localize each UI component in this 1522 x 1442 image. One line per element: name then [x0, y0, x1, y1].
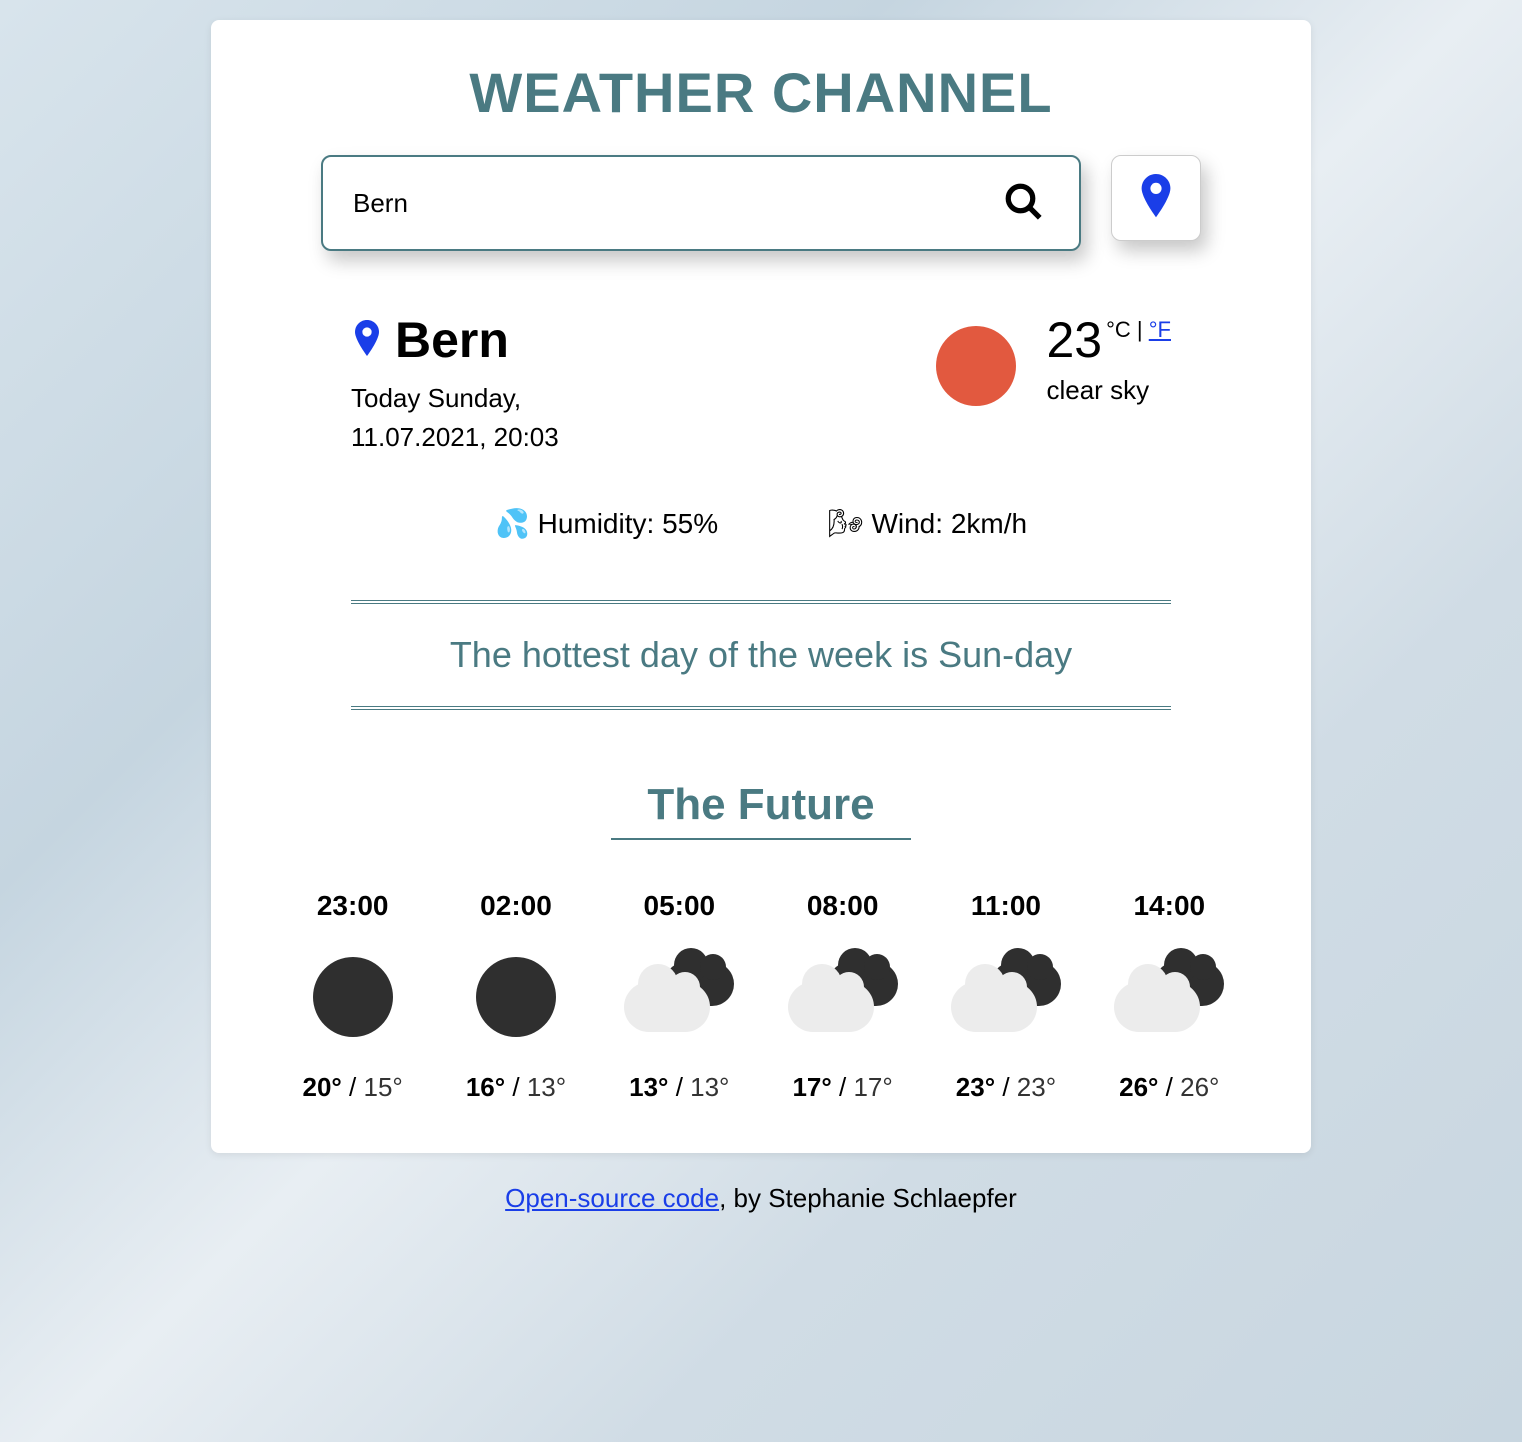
- search-row: [261, 155, 1261, 251]
- moon-icon: [476, 952, 556, 1042]
- forecast-time: 05:00: [644, 890, 716, 922]
- source-link[interactable]: Open-source code: [505, 1183, 719, 1213]
- forecast-time: 23:00: [317, 890, 389, 922]
- forecast-item: 02:00 16° / 13°: [436, 890, 596, 1103]
- moon-icon: [313, 952, 393, 1042]
- forecast-item: 11:00 23° / 23°: [926, 890, 1086, 1103]
- forecast-temps: 16° / 13°: [466, 1072, 566, 1103]
- unit-celsius[interactable]: °C: [1106, 317, 1131, 342]
- forecast-temps: 13° / 13°: [629, 1072, 729, 1103]
- unit-separator: |: [1131, 317, 1149, 342]
- date-line: Today Sunday, 11.07.2021, 20:03: [351, 379, 559, 457]
- forecast-temps: 20° / 15°: [302, 1072, 402, 1103]
- footer: Open-source code, by Stephanie Schlaepfe…: [505, 1183, 1017, 1214]
- quote-text: The hottest day of the week is Sun-day: [450, 634, 1072, 675]
- unit-fahrenheit[interactable]: °F: [1149, 317, 1171, 342]
- date-part1: Today Sunday,: [351, 383, 521, 413]
- wind-value: 2km/h: [951, 508, 1027, 539]
- forecast-high: 16°: [466, 1072, 505, 1102]
- forecast-item: 08:00 17° / 17°: [763, 890, 923, 1103]
- forecast-low: 13°: [527, 1072, 566, 1102]
- humidity-label: Humidity:: [538, 508, 655, 539]
- forecast-high: 23°: [956, 1072, 995, 1102]
- forecast-time: 14:00: [1133, 890, 1205, 922]
- cloud-icon: [1114, 952, 1224, 1042]
- forecast-row: 23:00 20° / 15° 02:00 16° / 13° 05:00 13° / 1…: [261, 890, 1261, 1103]
- location-column: Bern Today Sunday, 11.07.2021, 20:03: [351, 311, 559, 457]
- forecast-low: 13°: [690, 1072, 729, 1102]
- forecast-temps: 23° / 23°: [956, 1072, 1056, 1103]
- forecast-time: 11:00: [971, 890, 1041, 922]
- forecast-low: 17°: [853, 1072, 892, 1102]
- humidity-value: 55%: [662, 508, 718, 539]
- humidity-stat: 💦 Humidity: 55%: [495, 507, 718, 540]
- stats-row: 💦 Humidity: 55% 🌬 Wind: 2km/h: [261, 507, 1261, 540]
- forecast-time: 02:00: [480, 890, 552, 922]
- app-title: WEATHER CHANNEL: [261, 60, 1261, 125]
- cloud-icon: [951, 952, 1061, 1042]
- cloud-icon: [624, 952, 734, 1042]
- forecast-high: 20°: [302, 1072, 341, 1102]
- forecast-high: 26°: [1119, 1072, 1158, 1102]
- city-name: Bern: [395, 311, 509, 369]
- forecast-low: 15°: [363, 1072, 402, 1102]
- date-part2: 11.07.2021, 20:03: [351, 422, 559, 452]
- future-underline: [611, 838, 911, 840]
- forecast-high: 17°: [792, 1072, 831, 1102]
- search-icon: [1003, 181, 1045, 223]
- forecast-item: 05:00 13° / 13°: [599, 890, 759, 1103]
- wind-label: Wind:: [871, 508, 943, 539]
- forecast-low: 23°: [1017, 1072, 1056, 1102]
- forecast-high: 13°: [629, 1072, 668, 1102]
- forecast-item: 14:00 26° / 26°: [1089, 890, 1249, 1103]
- footer-rest: , by Stephanie Schlaepfer: [719, 1183, 1017, 1213]
- search-box: [321, 155, 1081, 251]
- pin-icon: [1136, 174, 1176, 222]
- wind-stat: 🌬 Wind: 2km/h: [828, 507, 1027, 540]
- forecast-temps: 26° / 26°: [1119, 1072, 1219, 1103]
- geolocate-button[interactable]: [1111, 155, 1201, 241]
- condition-column: 23 °C | °F clear sky: [936, 311, 1171, 457]
- wind-icon: 🌬: [828, 508, 864, 539]
- forecast-item: 23:00 20° / 15°: [273, 890, 433, 1103]
- search-button[interactable]: [999, 177, 1049, 230]
- forecast-time: 08:00: [807, 890, 879, 922]
- forecast-low: 26°: [1180, 1072, 1219, 1102]
- weather-card: WEATHER CHANNEL: [211, 20, 1311, 1153]
- droplet-icon: 💦: [495, 508, 530, 539]
- sun-icon: [936, 326, 1016, 406]
- current-row: Bern Today Sunday, 11.07.2021, 20:03 23 …: [261, 311, 1261, 457]
- future-title: The Future: [261, 780, 1261, 830]
- forecast-temps: 17° / 17°: [792, 1072, 892, 1103]
- quote-box: The hottest day of the week is Sun-day: [351, 600, 1171, 710]
- condition-text: clear sky: [1046, 375, 1171, 406]
- temperature-value: 23: [1046, 311, 1102, 369]
- pin-icon: [351, 319, 383, 361]
- search-input[interactable]: [353, 188, 999, 219]
- cloud-icon: [788, 952, 898, 1042]
